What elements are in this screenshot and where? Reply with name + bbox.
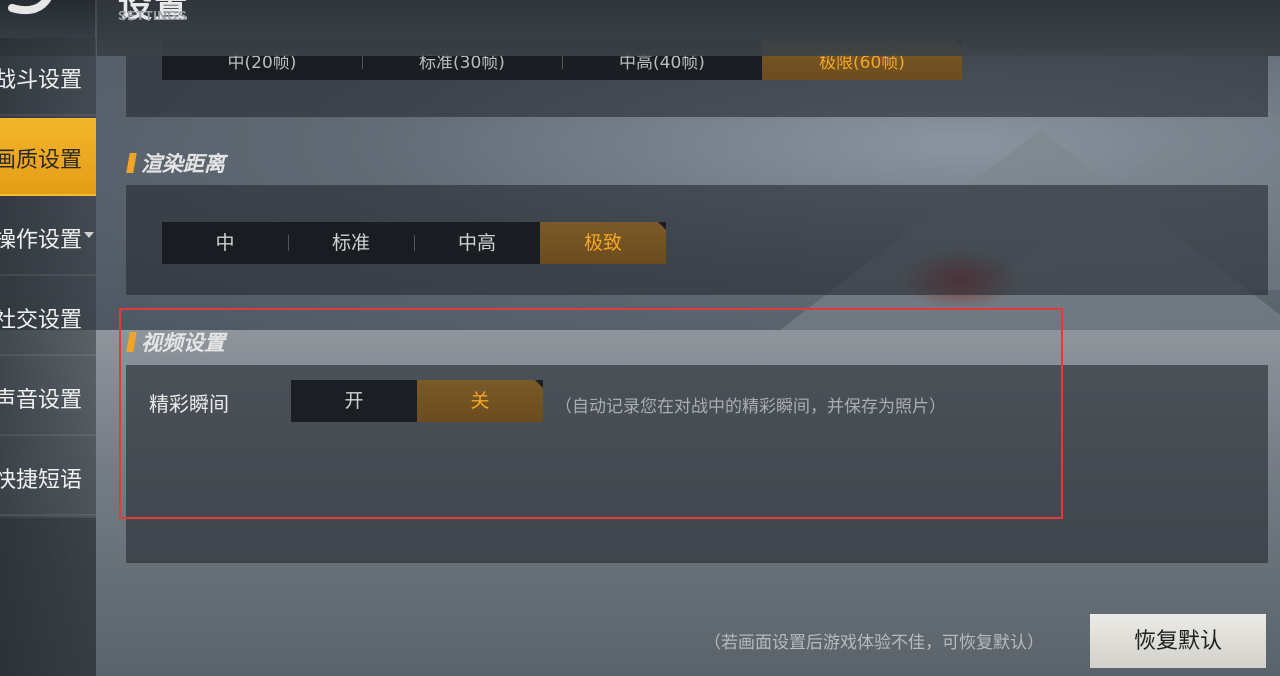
- framerate-option-40[interactable]: 中高(40帧): [562, 40, 762, 80]
- framerate-option-60[interactable]: 极限(60帧): [762, 40, 962, 80]
- restore-hint: （若画面设置后游戏体验不佳，可恢复默认）: [704, 633, 1044, 653]
- sidebar-item-label: 声音设置: [0, 388, 82, 413]
- sidebar-item-social[interactable]: 社交设置: [0, 278, 96, 356]
- sidebar-item-quick-phrases[interactable]: 快捷短语: [0, 438, 96, 516]
- caret-down-icon: [84, 232, 94, 238]
- sidebar-item-label: 画质设置: [0, 148, 82, 173]
- section-marker: [126, 153, 137, 173]
- back-icon[interactable]: [0, 0, 60, 24]
- highlight-frame: [119, 308, 1063, 519]
- render-distance-option-high[interactable]: 中高: [414, 222, 540, 264]
- render-distance-title: 渲染距离: [141, 152, 225, 176]
- restore-default-button[interactable]: 恢复默认: [1090, 614, 1266, 668]
- sidebar-item-controls[interactable]: 操作设置: [0, 198, 96, 276]
- framerate-option-30[interactable]: 标准(30帧): [362, 40, 562, 80]
- page-subtitle: SETTINGS: [118, 8, 188, 23]
- render-distance-option-medium[interactable]: 中: [162, 222, 288, 264]
- render-distance-selector: 中 标准 中高 极致: [162, 222, 666, 264]
- sidebar-item-label: 操作设置: [0, 228, 82, 253]
- sidebar-footer: [0, 518, 96, 676]
- sidebar-item-label: 社交设置: [0, 308, 82, 333]
- framerate-selector: 中(20帧) 标准(30帧) 中高(40帧) 极限(60帧): [162, 40, 962, 80]
- sidebar-item-label: 快捷短语: [0, 468, 82, 493]
- render-distance-heading: 渲染距离: [126, 148, 225, 178]
- framerate-option-20[interactable]: 中(20帧): [162, 40, 362, 80]
- render-distance-option-ultra[interactable]: 极致: [540, 222, 666, 264]
- sidebar-item-graphics[interactable]: 画质设置: [0, 118, 96, 196]
- sidebar-item-sound[interactable]: 声音设置: [0, 358, 96, 436]
- sidebar-item-label: 战斗设置: [0, 68, 82, 93]
- render-distance-option-standard[interactable]: 标准: [288, 222, 414, 264]
- sidebar-item-combat[interactable]: 战斗设置: [0, 38, 96, 116]
